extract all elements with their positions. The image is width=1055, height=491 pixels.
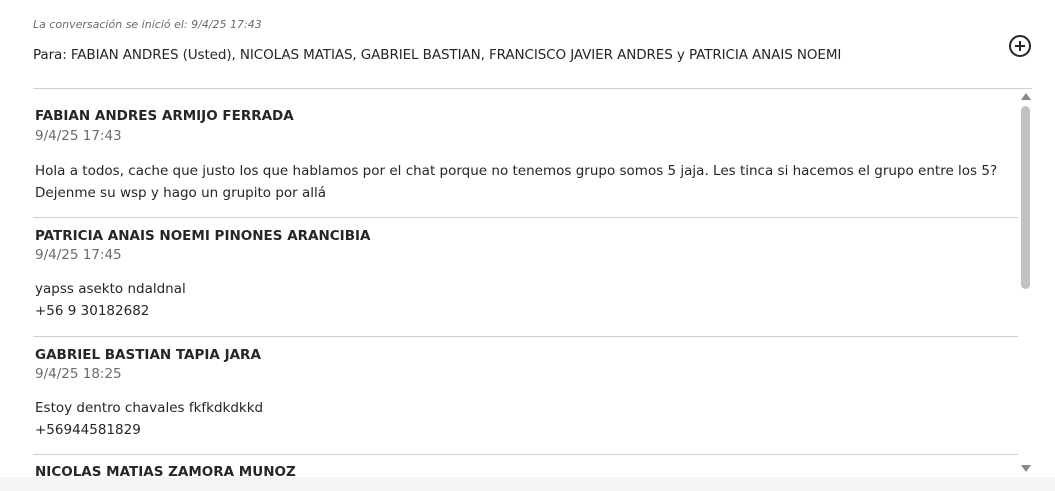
message-list[interactable]: FABIAN ANDRES ARMIJO FERRADA 9/4/25 17:4… (33, 89, 1018, 477)
message-author: FABIAN ANDRES ARMIJO FERRADA (35, 108, 294, 124)
message-timestamp: 9/4/25 17:45 (35, 247, 122, 263)
bottom-bar (0, 477, 1055, 491)
conversation-panel: La conversación se inició el: 9/4/25 17:… (0, 0, 1055, 491)
message-item: GABRIEL BASTIAN TAPIA JARA 9/4/25 18:25 … (33, 337, 1018, 455)
scrollbar-thumb[interactable] (1021, 106, 1030, 289)
message-line: Dejenme su wsp y hago un grupito por all… (35, 185, 327, 201)
scroll-down-arrow-icon[interactable] (1021, 465, 1031, 472)
message-author: PATRICIA ANAIS NOEMI PINONES ARANCIBIA (35, 228, 371, 244)
recipients-line: Para: FABIAN ANDRES (Usted), NICOLAS MAT… (33, 47, 842, 63)
message-item: FABIAN ANDRES ARMIJO FERRADA 9/4/25 17:4… (33, 89, 1018, 218)
message-author: NICOLAS MATIAS ZAMORA MUNOZ (35, 464, 296, 477)
message-item: NICOLAS MATIAS ZAMORA MUNOZ (33, 455, 1018, 477)
message-line: Estoy dentro chavales fkfkdkdkkd (35, 400, 264, 416)
message-item: PATRICIA ANAIS NOEMI PINONES ARANCIBIA 9… (33, 218, 1018, 337)
plus-circle-icon[interactable] (1009, 35, 1031, 57)
message-line: yapss asekto ndaldnal (35, 281, 186, 297)
message-timestamp: 9/4/25 17:43 (35, 128, 122, 144)
message-body: yapss asekto ndaldnal +56 9 30182682 (35, 278, 186, 322)
message-line: Hola a todos, cache que justo los que ha… (35, 163, 998, 179)
message-timestamp: 9/4/25 18:25 (35, 366, 122, 382)
message-line: +56944581829 (35, 422, 141, 438)
message-body: Hola a todos, cache que justo los que ha… (35, 160, 997, 204)
message-list-scrollbar[interactable] (1018, 89, 1033, 477)
message-body: Estoy dentro chavales fkfkdkdkkd +569445… (35, 397, 263, 441)
scroll-up-arrow-icon[interactable] (1021, 93, 1031, 100)
message-author: GABRIEL BASTIAN TAPIA JARA (35, 347, 261, 363)
message-line: +56 9 30182682 (35, 303, 150, 319)
conversation-start-label: La conversación se inició el: 9/4/25 17:… (33, 18, 262, 31)
